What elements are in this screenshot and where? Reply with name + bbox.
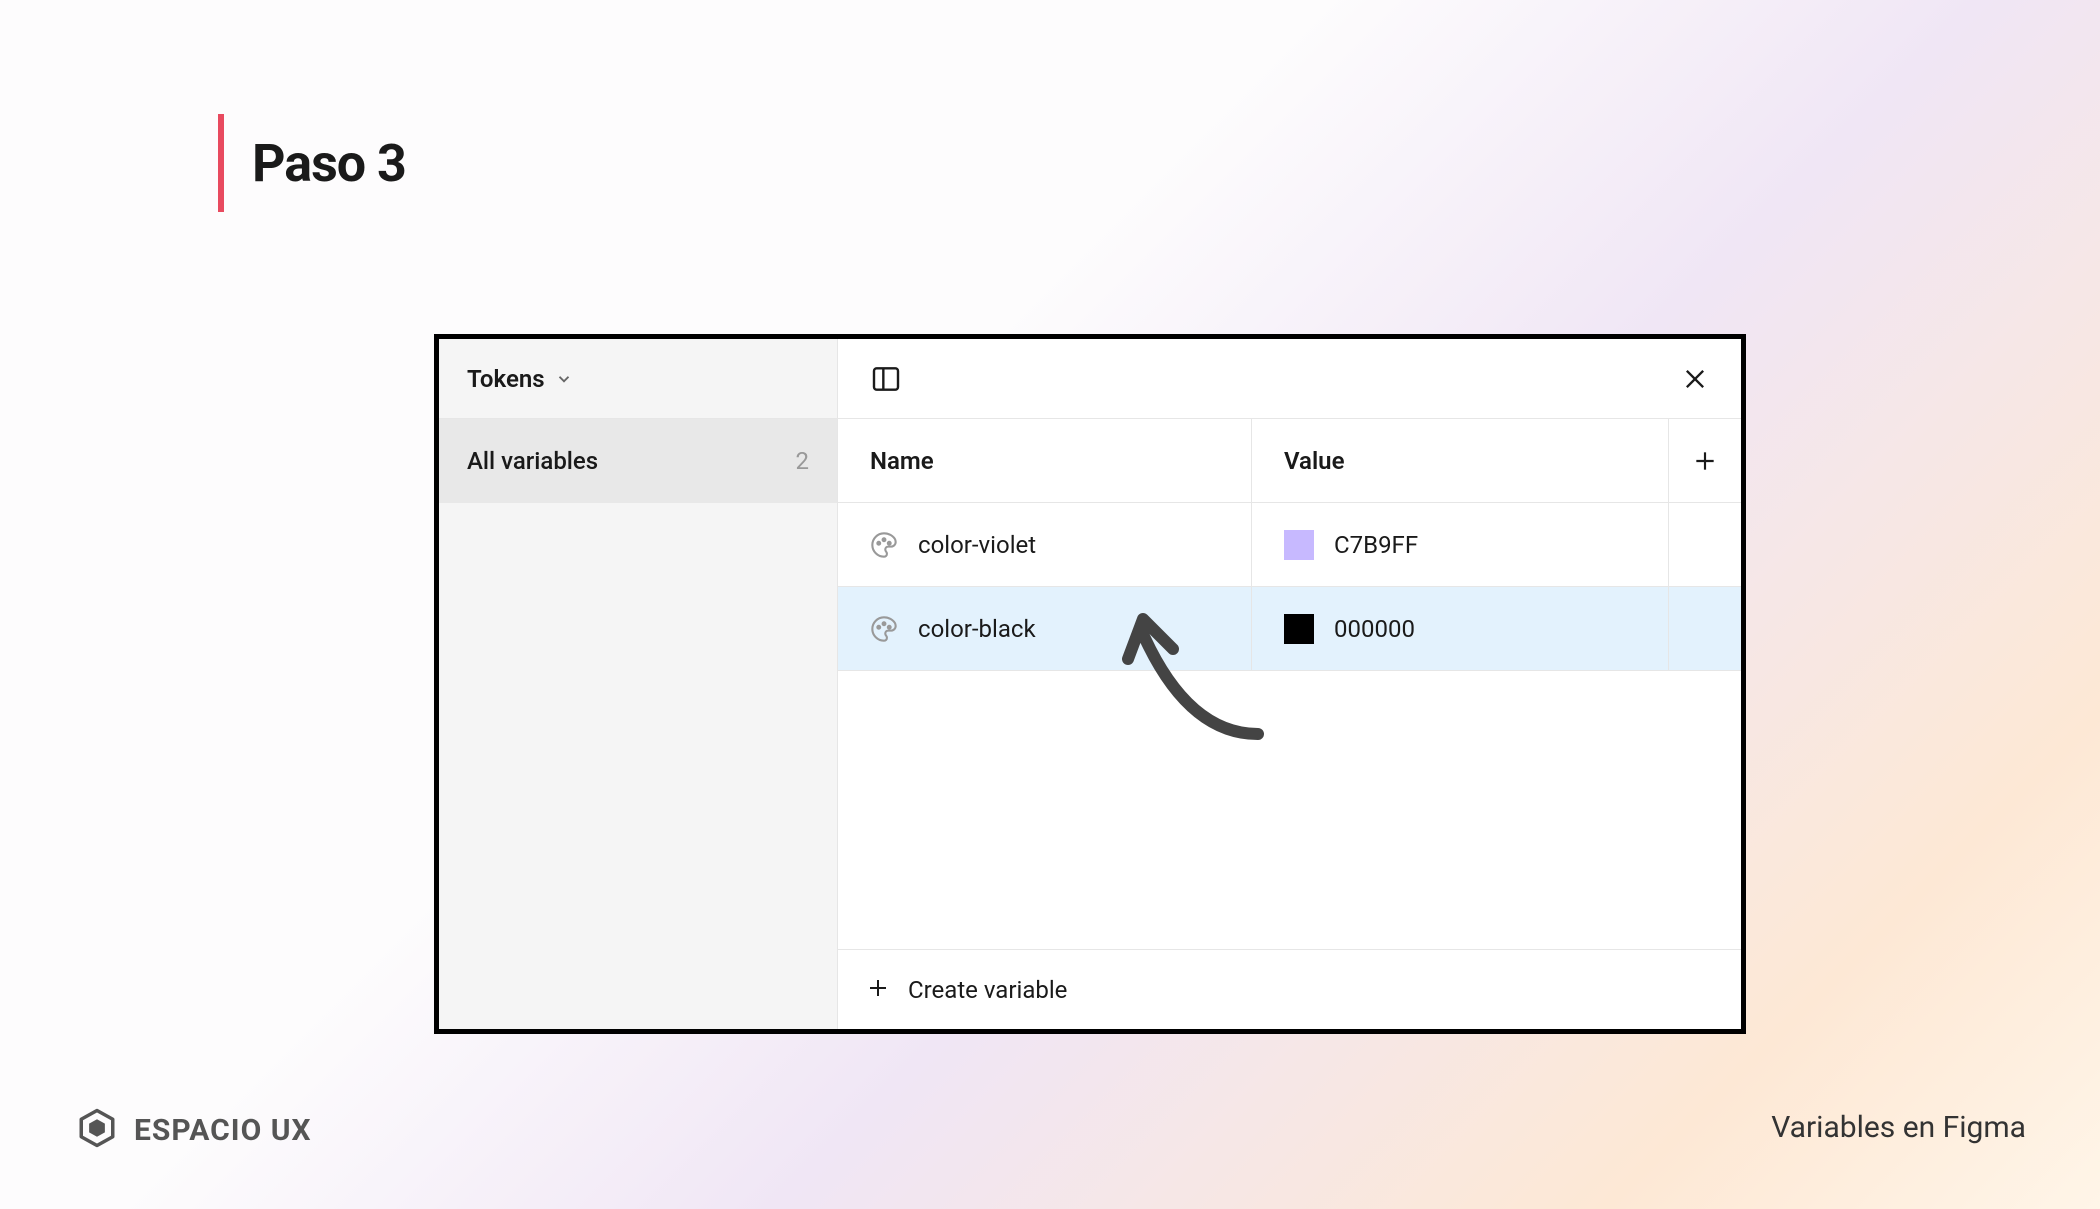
- row-name-cell[interactable]: color-violet: [838, 503, 1252, 586]
- table-body: color-violet C7B9FF color-black 000000: [838, 503, 1741, 671]
- sidebar-item-all-variables[interactable]: All variables 2: [439, 419, 837, 503]
- row-value-cell[interactable]: 000000: [1252, 587, 1669, 670]
- chevron-down-icon: [555, 370, 573, 388]
- brand-text: ESPACIO UX: [134, 1113, 312, 1148]
- page-heading: Paso 3: [218, 114, 406, 212]
- color-swatch: [1284, 614, 1314, 644]
- variable-name: color-black: [918, 615, 1036, 643]
- hex-value: 000000: [1334, 615, 1415, 643]
- column-header-value: Value: [1252, 419, 1669, 502]
- plus-icon: [866, 976, 890, 1004]
- color-swatch: [1284, 530, 1314, 560]
- panel-main: Name Value color-violet C7B9FF color-black…: [838, 339, 1741, 1029]
- variables-panel: Tokens All variables 2: [434, 334, 1746, 1034]
- sidebar-title: Tokens: [467, 365, 545, 393]
- heading-text: Paso 3: [252, 133, 406, 194]
- row-name-cell[interactable]: color-black: [838, 587, 1252, 670]
- table-row[interactable]: color-violet C7B9FF: [838, 503, 1741, 587]
- column-header-name: Name: [838, 419, 1252, 502]
- footer-caption: Variables en Figma: [1771, 1110, 2026, 1145]
- sidebar-item-count: 2: [796, 447, 810, 475]
- logo-icon: [76, 1107, 118, 1153]
- sidebar-item-label: All variables: [467, 447, 598, 475]
- sidebar-header[interactable]: Tokens: [439, 339, 837, 419]
- palette-icon: [870, 531, 898, 559]
- main-header: [838, 339, 1741, 419]
- panel-sidebar: Tokens All variables 2: [439, 339, 838, 1029]
- table-row[interactable]: color-black 000000: [838, 587, 1741, 671]
- add-column-button[interactable]: [1669, 419, 1741, 502]
- table-header: Name Value: [838, 419, 1741, 503]
- brand-logo: ESPACIO UX: [76, 1107, 312, 1153]
- heading-accent-bar: [218, 114, 224, 212]
- close-icon[interactable]: [1677, 361, 1713, 397]
- hex-value: C7B9FF: [1334, 531, 1418, 559]
- create-variable-label: Create variable: [908, 976, 1067, 1004]
- sidebar-toggle-icon[interactable]: [866, 359, 906, 399]
- create-variable-button[interactable]: Create variable: [838, 949, 1741, 1029]
- row-end-spacer: [1669, 503, 1741, 586]
- palette-icon: [870, 615, 898, 643]
- variable-name: color-violet: [918, 531, 1036, 559]
- row-end-spacer: [1669, 587, 1741, 670]
- row-value-cell[interactable]: C7B9FF: [1252, 503, 1669, 586]
